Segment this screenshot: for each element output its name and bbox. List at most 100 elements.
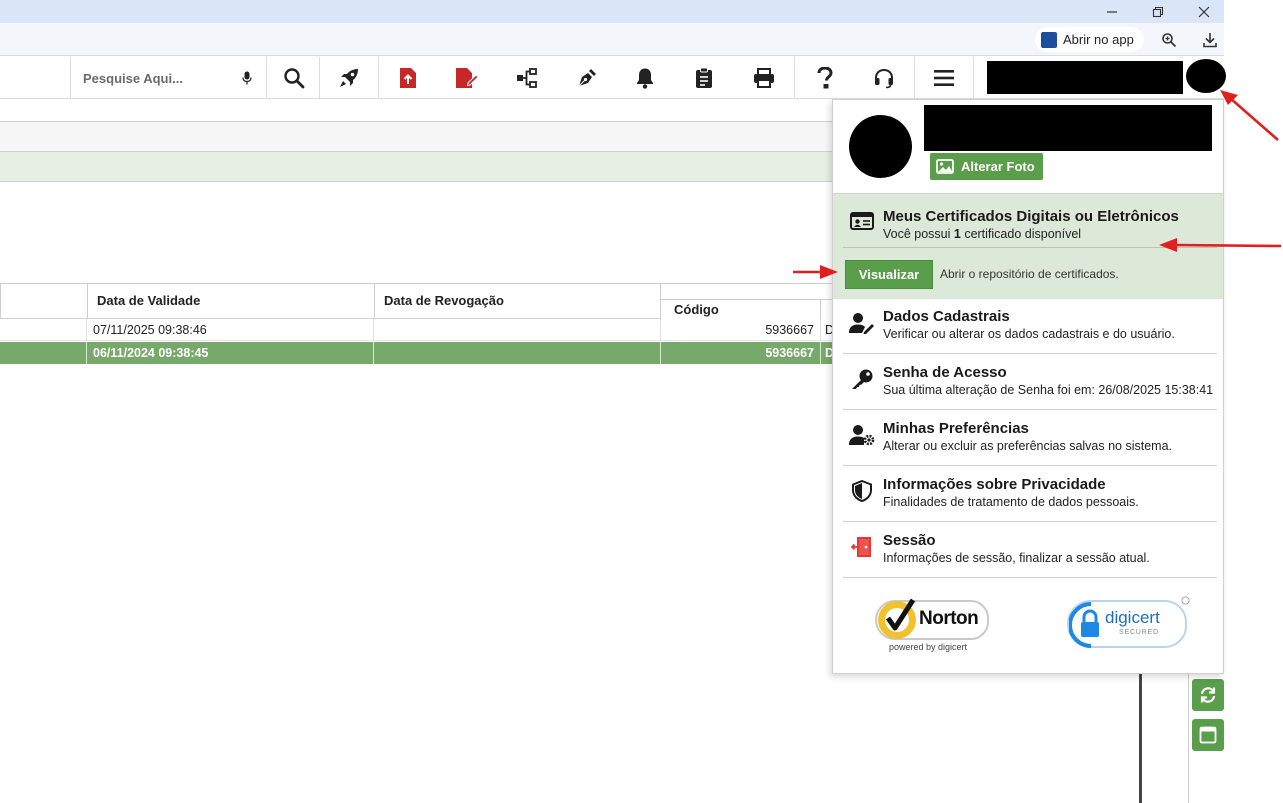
minimize-icon xyxy=(1107,10,1117,13)
table-row-selected[interactable]: 06/11/2024 09:38:45 5936667 D xyxy=(0,342,832,364)
window-icon xyxy=(1199,726,1217,744)
user-info-redacted xyxy=(924,105,1212,151)
digicert-badge[interactable]: digicert SECURED xyxy=(1067,596,1191,652)
sitemap-icon xyxy=(517,68,537,88)
hamburger-icon xyxy=(934,70,954,86)
grid-cell-revogacao xyxy=(374,319,661,341)
image-icon xyxy=(936,159,954,174)
help-button[interactable] xyxy=(795,57,854,99)
file-signature-icon xyxy=(456,68,479,88)
workflow-button[interactable] xyxy=(497,57,557,99)
search-box xyxy=(70,57,267,99)
change-photo-button[interactable]: Alterar Foto xyxy=(930,153,1043,180)
menu-item-senha-de-acesso[interactable]: Senha de Acesso Sua última alteração de … xyxy=(843,354,1217,410)
main-menu-button[interactable] xyxy=(915,57,973,99)
search-button[interactable] xyxy=(268,57,319,99)
grid-header-codigo[interactable]: Código xyxy=(660,299,832,319)
printer-icon xyxy=(754,68,774,88)
grid-cell xyxy=(0,319,87,341)
norton-sub: powered by digicert xyxy=(889,642,968,652)
menu-item-minhas-preferencias[interactable]: Minhas Preferências Alterar ou excluir a… xyxy=(843,410,1217,466)
pen-nib-icon xyxy=(578,69,596,87)
panel-divider xyxy=(1188,673,1189,803)
open-in-app-label: Abrir no app xyxy=(1063,32,1134,47)
minimize-button[interactable] xyxy=(1089,0,1135,23)
zoom-icon xyxy=(1162,33,1177,48)
change-photo-label: Alterar Foto xyxy=(961,159,1035,174)
digicert-sub: SECURED xyxy=(1119,629,1159,636)
print-button[interactable] xyxy=(734,57,794,99)
id-card-icon xyxy=(849,208,875,234)
view-certificates-desc: Abrir o repositório de certificados. xyxy=(940,267,1119,281)
grid-header-validade[interactable]: Data de Validade xyxy=(87,283,374,319)
support-button[interactable] xyxy=(854,57,914,99)
downloads-button[interactable] xyxy=(1199,29,1221,51)
user-edit-icon xyxy=(849,310,875,336)
zoom-button[interactable] xyxy=(1158,29,1180,51)
norton-check-icon xyxy=(878,598,916,639)
key-icon xyxy=(849,366,875,392)
restore-button[interactable] xyxy=(1135,0,1181,23)
refresh-icon xyxy=(1200,687,1216,703)
grid-cell-codigo: 5936667 xyxy=(661,342,821,364)
norton-badge[interactable]: Norton powered by digicert xyxy=(875,594,991,656)
open-in-app-button[interactable]: Abrir no app xyxy=(1035,27,1144,52)
close-icon xyxy=(1198,6,1210,17)
grid-header-cell xyxy=(0,283,87,319)
grid-cell-codigo: 5936667 xyxy=(661,319,821,341)
certificates-title: Meus Certificados Digitais ou Eletrônico… xyxy=(883,208,1179,225)
signature-button[interactable] xyxy=(557,57,616,99)
user-name-redacted[interactable] xyxy=(987,61,1183,94)
upload-document-button[interactable] xyxy=(379,57,437,99)
panel-divider xyxy=(1139,673,1142,803)
close-button[interactable] xyxy=(1181,0,1227,23)
menu-item-sessao[interactable]: Sessão Informações de sessão, finalizar … xyxy=(843,522,1217,578)
notifications-button[interactable] xyxy=(616,57,674,99)
search-input[interactable] xyxy=(83,70,233,86)
grid-cell-validade: 07/11/2025 09:38:46 xyxy=(87,319,374,341)
question-icon xyxy=(817,67,833,89)
grid-header-revogacao[interactable]: Data de Revogação xyxy=(374,283,661,319)
door-exit-icon xyxy=(849,534,875,560)
search-icon xyxy=(283,68,304,89)
security-badges: Norton powered by digicert digicert SECU… xyxy=(833,588,1223,658)
tasks-button[interactable] xyxy=(674,57,734,99)
quick-launch-button[interactable] xyxy=(320,57,378,99)
browser-address-row: Abrir no app xyxy=(0,23,1224,56)
grid-cell-extra: D xyxy=(825,323,832,337)
page-header-band xyxy=(0,121,832,152)
profile-photo xyxy=(849,115,912,178)
restore-icon xyxy=(1152,6,1164,17)
annotation-arrow xyxy=(1220,90,1279,141)
annotation-arrow xyxy=(793,265,838,279)
refresh-button[interactable] xyxy=(1192,679,1224,711)
app-logo-icon xyxy=(1041,31,1057,48)
table-row[interactable]: 07/11/2025 09:38:46 5936667 D xyxy=(0,319,832,341)
menu-item-dados-cadastrais[interactable]: Dados Cadastrais Verificar ou alterar os… xyxy=(843,298,1217,354)
annotation-arrow xyxy=(1159,238,1282,252)
shield-icon xyxy=(849,478,875,504)
grid-cell-extra: D xyxy=(825,346,832,360)
file-upload-icon xyxy=(400,68,416,88)
rocket-icon xyxy=(340,69,358,87)
window-toggle-button[interactable] xyxy=(1192,719,1224,751)
registered-icon xyxy=(1181,596,1190,605)
user-gear-icon xyxy=(849,422,875,448)
grid-cell-validade: 06/11/2024 09:38:45 xyxy=(87,342,374,364)
digicert-name: digicert xyxy=(1105,608,1160,627)
grid-cell-revogacao xyxy=(374,342,661,364)
grid-cell xyxy=(0,342,87,364)
clipboard-icon xyxy=(696,67,712,88)
menu-item-privacidade[interactable]: Informações sobre Privacidade Finalidade… xyxy=(843,466,1217,522)
headset-icon xyxy=(875,68,893,89)
bell-icon xyxy=(637,68,653,89)
user-menu-panel: Alterar Foto Meus Certificados Digitais … xyxy=(832,99,1224,674)
sign-document-button[interactable] xyxy=(437,57,497,99)
microphone-icon[interactable] xyxy=(242,71,252,85)
screen: Abrir no app Pesquise Aqui... Data de Va… xyxy=(0,0,1283,803)
window-title-bar xyxy=(0,0,1224,23)
download-icon xyxy=(1203,33,1217,48)
norton-name: Norton xyxy=(919,608,979,629)
page-filter-band xyxy=(0,152,832,182)
view-certificates-button[interactable]: Visualizar xyxy=(845,260,933,289)
